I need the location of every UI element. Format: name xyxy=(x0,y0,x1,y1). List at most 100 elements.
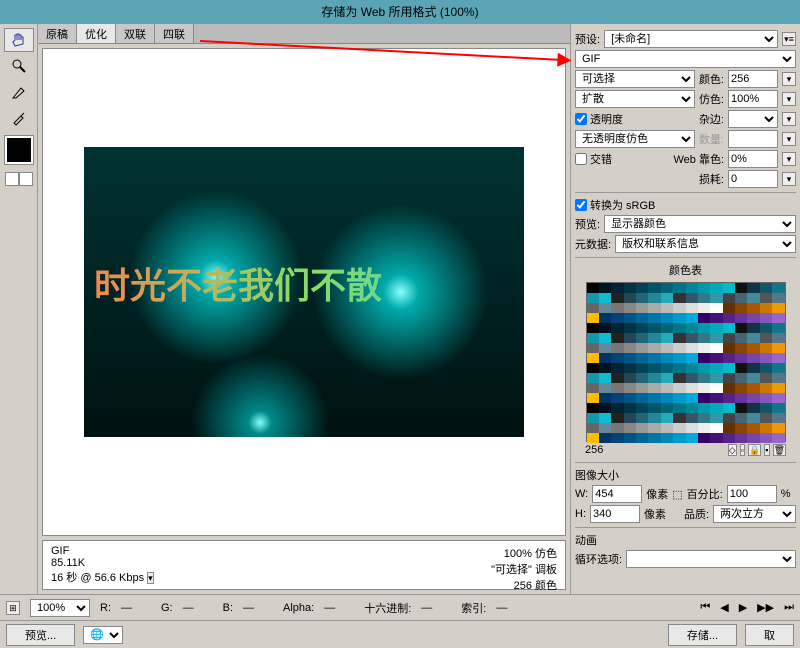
color-swatch[interactable] xyxy=(735,433,747,443)
colors-dd[interactable]: ▾ xyxy=(782,72,796,86)
color-swatch[interactable] xyxy=(760,323,772,333)
color-swatch[interactable] xyxy=(661,283,673,293)
anim-next[interactable]: ▶▶ xyxy=(757,601,774,614)
color-swatch[interactable] xyxy=(747,423,759,433)
color-swatch[interactable] xyxy=(723,433,735,443)
color-swatch[interactable] xyxy=(624,313,636,323)
toggle-slices2[interactable] xyxy=(19,172,33,186)
foreground-color[interactable] xyxy=(5,136,33,164)
color-swatch[interactable] xyxy=(648,283,660,293)
trans-dither-select[interactable]: 无透明度仿色 xyxy=(575,130,695,148)
color-swatch[interactable] xyxy=(673,313,685,323)
format-select[interactable]: GIF xyxy=(575,50,796,68)
quality-select[interactable]: 两次立方 xyxy=(713,505,796,523)
color-swatch[interactable] xyxy=(624,413,636,423)
color-swatch[interactable] xyxy=(735,363,747,373)
color-swatch[interactable] xyxy=(648,303,660,313)
percent-input[interactable] xyxy=(727,485,777,503)
dither-input[interactable] xyxy=(728,90,778,108)
color-swatch[interactable] xyxy=(599,283,611,293)
color-swatch[interactable] xyxy=(760,373,772,383)
ct-btn1[interactable]: ◇ xyxy=(728,444,737,456)
color-swatch[interactable] xyxy=(611,363,623,373)
tab-original[interactable]: 原稿 xyxy=(38,24,77,43)
color-swatch[interactable] xyxy=(587,323,599,333)
color-swatch[interactable] xyxy=(587,393,599,403)
color-swatch[interactable] xyxy=(698,323,710,333)
color-swatch[interactable] xyxy=(710,423,722,433)
color-swatch[interactable] xyxy=(747,323,759,333)
color-swatch[interactable] xyxy=(673,343,685,353)
color-swatch[interactable] xyxy=(661,323,673,333)
color-swatch[interactable] xyxy=(599,343,611,353)
color-swatch[interactable] xyxy=(772,413,784,423)
color-swatch[interactable] xyxy=(661,363,673,373)
color-swatch[interactable] xyxy=(772,303,784,313)
color-swatch[interactable] xyxy=(747,373,759,383)
color-swatch[interactable] xyxy=(772,343,784,353)
color-swatch[interactable] xyxy=(760,313,772,323)
color-swatch[interactable] xyxy=(710,283,722,293)
color-swatch[interactable] xyxy=(673,383,685,393)
color-swatch[interactable] xyxy=(698,403,710,413)
preview-select[interactable]: 显示器颜色 xyxy=(604,215,796,233)
color-swatch[interactable] xyxy=(636,393,648,403)
color-swatch[interactable] xyxy=(772,383,784,393)
color-swatch[interactable] xyxy=(710,363,722,373)
color-swatch[interactable] xyxy=(661,373,673,383)
color-swatch[interactable] xyxy=(747,303,759,313)
color-swatch[interactable] xyxy=(735,423,747,433)
color-swatch[interactable] xyxy=(661,333,673,343)
color-swatch[interactable] xyxy=(723,313,735,323)
color-swatch[interactable] xyxy=(611,403,623,413)
color-swatch[interactable] xyxy=(772,423,784,433)
anim-last[interactable]: ⏭ xyxy=(784,601,794,614)
color-swatch[interactable] xyxy=(747,393,759,403)
color-swatch[interactable] xyxy=(661,433,673,443)
color-swatch[interactable] xyxy=(710,393,722,403)
color-swatch[interactable] xyxy=(648,383,660,393)
color-swatch[interactable] xyxy=(648,353,660,363)
colors-input[interactable] xyxy=(728,70,778,88)
color-swatch[interactable] xyxy=(772,433,784,443)
color-swatch[interactable] xyxy=(760,383,772,393)
srgb-check[interactable] xyxy=(575,199,587,211)
color-swatch[interactable] xyxy=(611,393,623,403)
color-swatch[interactable] xyxy=(760,423,772,433)
color-swatch[interactable] xyxy=(611,413,623,423)
color-swatch[interactable] xyxy=(760,363,772,373)
color-swatch[interactable] xyxy=(599,333,611,343)
color-swatch[interactable] xyxy=(587,333,599,343)
color-swatch[interactable] xyxy=(587,383,599,393)
tab-4up[interactable]: 四联 xyxy=(155,24,194,43)
color-swatch[interactable] xyxy=(599,413,611,423)
color-swatch[interactable] xyxy=(747,333,759,343)
color-swatch[interactable] xyxy=(624,323,636,333)
color-swatch[interactable] xyxy=(698,373,710,383)
color-swatch[interactable] xyxy=(710,333,722,343)
color-swatch[interactable] xyxy=(735,373,747,383)
color-swatch[interactable] xyxy=(723,283,735,293)
color-swatch[interactable] xyxy=(698,353,710,363)
color-swatch[interactable] xyxy=(723,423,735,433)
color-table[interactable] xyxy=(586,282,786,442)
color-swatch[interactable] xyxy=(587,353,599,363)
color-swatch[interactable] xyxy=(710,343,722,353)
color-swatch[interactable] xyxy=(686,313,698,323)
color-swatch[interactable] xyxy=(698,293,710,303)
color-swatch[interactable] xyxy=(686,323,698,333)
zoom-select[interactable]: 100% xyxy=(30,599,90,617)
color-swatch[interactable] xyxy=(611,283,623,293)
color-swatch[interactable] xyxy=(735,303,747,313)
browser-select[interactable]: 🌐 xyxy=(83,626,123,644)
color-swatch[interactable] xyxy=(648,343,660,353)
color-swatch[interactable] xyxy=(636,423,648,433)
anim-prev[interactable]: ◀ xyxy=(720,601,728,614)
color-swatch[interactable] xyxy=(735,383,747,393)
color-swatch[interactable] xyxy=(599,323,611,333)
color-swatch[interactable] xyxy=(760,303,772,313)
tab-optimized[interactable]: 优化 xyxy=(77,24,116,43)
slice-tool[interactable] xyxy=(4,80,34,104)
color-swatch[interactable] xyxy=(624,363,636,373)
color-swatch[interactable] xyxy=(772,373,784,383)
